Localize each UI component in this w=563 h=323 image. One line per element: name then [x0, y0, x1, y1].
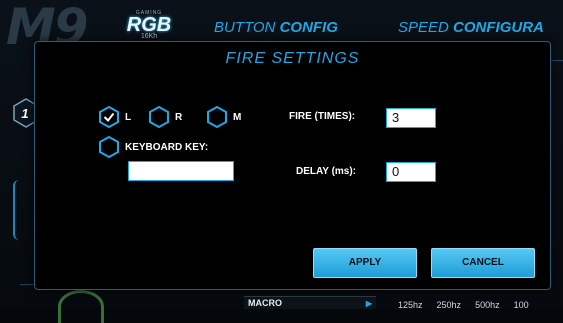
tab-button-config-bold: CONFIG [279, 19, 338, 36]
macro-label: MACRO [248, 298, 282, 308]
hexagon-icon[interactable] [207, 106, 227, 128]
fire-settings-dialog: FIRE SETTINGS L R M KEYBOARD KEY: FIRE (… [34, 41, 551, 290]
option-right-label: R [175, 111, 183, 123]
hexagon-icon[interactable] [99, 136, 119, 158]
tab-button-config-prefix: BUTTON [214, 19, 280, 36]
fire-times-label: FIRE (TIMES): [289, 111, 356, 122]
hexagon-check-icon[interactable] [99, 106, 119, 128]
option-right-click[interactable]: R [149, 106, 182, 128]
tab-speed-config[interactable]: SPEED CONFIGURA [398, 19, 544, 36]
apply-button[interactable]: APPLY [313, 248, 417, 278]
brand-logo: GAMING RGB 16Kh [122, 10, 176, 44]
cancel-button[interactable]: CANCEL [431, 248, 535, 278]
bottom-number-decoration [58, 290, 104, 323]
macro-menu-item[interactable]: MACRO ▶ [244, 296, 376, 309]
option-left-click[interactable]: L [99, 106, 131, 128]
dialog-title: FIRE SETTINGS [225, 50, 360, 67]
tab-speed-config-bold: CONFIGURA [453, 19, 544, 36]
option-middle-label: M [233, 111, 242, 123]
hexagon-icon[interactable] [149, 106, 169, 128]
option-keyboard-key[interactable]: KEYBOARD KEY: [99, 136, 208, 158]
delay-label: DELAY (ms): [296, 166, 357, 177]
logo-brand-text: RGB [126, 14, 172, 36]
fire-times-input[interactable]: 3 [386, 108, 436, 128]
option-keyboard-label: KEYBOARD KEY: [125, 141, 209, 153]
tab-speed-config-prefix: SPEED [398, 19, 454, 36]
delay-input[interactable]: 0 [386, 162, 436, 182]
chevron-right-icon: ▶ [365, 299, 372, 308]
keyboard-key-input[interactable] [128, 161, 234, 181]
tab-button-config[interactable]: BUTTON CONFIG [214, 19, 338, 36]
side-decoration [13, 180, 25, 240]
option-middle-click[interactable]: M [207, 106, 241, 128]
side-number: 1 [21, 106, 28, 121]
option-left-label: L [125, 111, 132, 123]
